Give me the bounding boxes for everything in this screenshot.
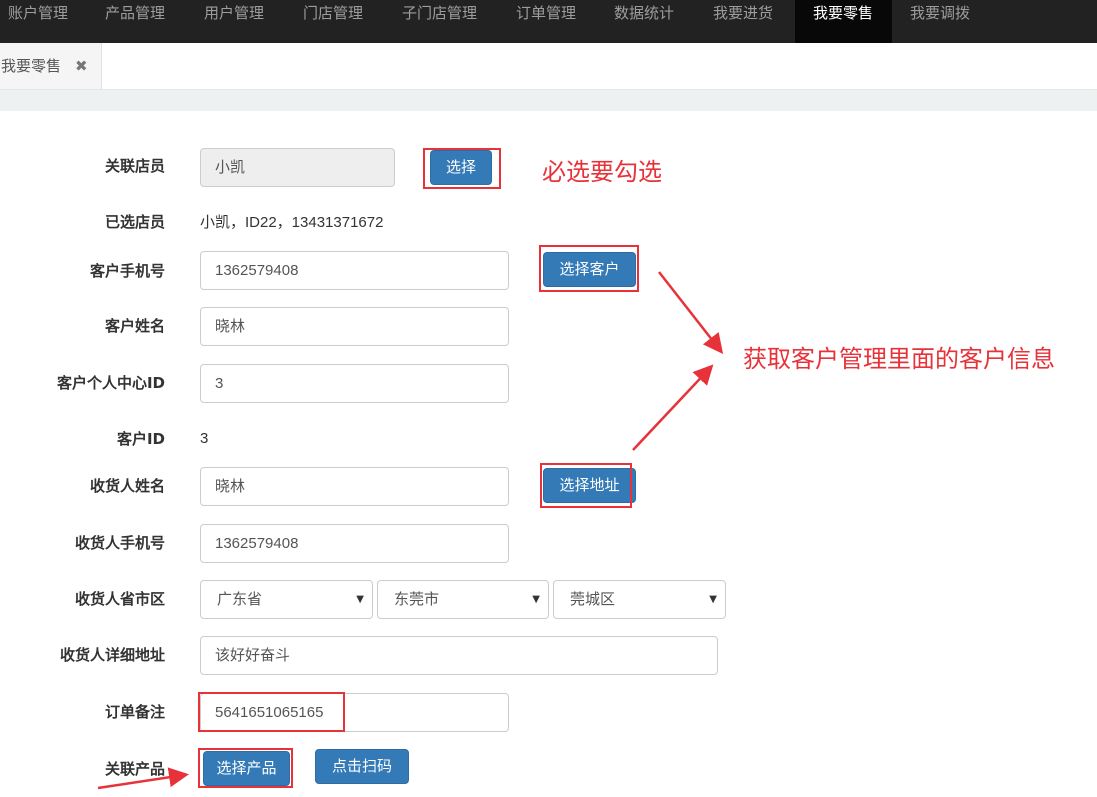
city-select[interactable]: 东莞市 ▼	[377, 580, 549, 619]
chevron-down-icon: ▼	[709, 594, 717, 605]
tab-label: 我要零售	[1, 57, 62, 75]
chevron-down-icon: ▼	[532, 594, 540, 605]
nav-item-stores[interactable]: 门店管理	[303, 0, 363, 43]
chevron-down-icon: ▼	[356, 594, 364, 605]
province-value: 广东省	[217, 590, 263, 608]
receiver-address-input[interactable]: 该好好奋斗	[200, 636, 718, 675]
city-value: 东莞市	[394, 590, 440, 608]
nav-item-products[interactable]: 产品管理	[105, 0, 165, 43]
highlight-box	[540, 463, 632, 508]
nav-item-transfer[interactable]: 我要调拨	[910, 0, 970, 43]
nav-item-orders[interactable]: 订单管理	[516, 0, 576, 43]
products-label: 关联产品	[104, 760, 165, 778]
province-select[interactable]: 广东省 ▼	[200, 580, 373, 619]
order-note-label: 订单备注	[104, 703, 165, 721]
highlight-box	[539, 245, 639, 292]
arrow-to-customer-info	[632, 364, 714, 451]
district-value: 莞城区	[570, 590, 616, 608]
staff-input[interactable]: 小凯	[200, 148, 395, 187]
tab-divider	[0, 89, 1097, 111]
staff-label: 关联店员	[104, 157, 165, 175]
highlight-box	[198, 748, 293, 788]
nav-item-retail[interactable]: 我要零售	[795, 0, 892, 43]
receiver-address-label: 收货人详细地址	[59, 646, 165, 664]
receiver-phone-input[interactable]: 1362579408	[200, 524, 509, 563]
highlight-box	[423, 148, 501, 189]
district-select[interactable]: 莞城区 ▼	[553, 580, 726, 619]
receiver-region-label: 收货人省市区	[74, 590, 165, 608]
customer-center-id-input[interactable]: 3	[200, 364, 509, 403]
annotation-customer-info: 获取客户管理里面的客户信息	[743, 345, 1055, 373]
receiver-name-input[interactable]: 晓林	[200, 467, 509, 506]
scan-code-button[interactable]: 点击扫码	[315, 749, 409, 784]
arrow-to-customer-info	[658, 271, 724, 354]
annotation-must-select: 必选要勾选	[542, 158, 662, 186]
highlight-box	[198, 692, 345, 732]
customer-phone-input[interactable]: 1362579408	[200, 251, 509, 290]
nav-item-purchase[interactable]: 我要进货	[713, 0, 773, 43]
customer-name-input[interactable]: 晓林	[200, 307, 509, 346]
customer-name-label: 客户姓名	[104, 317, 165, 335]
nav-item-users[interactable]: 用户管理	[204, 0, 264, 43]
nav-item-sub-stores[interactable]: 子门店管理	[402, 0, 477, 43]
top-navbar: 账户管理 产品管理 用户管理 门店管理 子门店管理 订单管理 数据统计 我要进货…	[0, 0, 1097, 43]
selected-staff-label: 已选店员	[104, 213, 165, 231]
customer-phone-label: 客户手机号	[89, 262, 165, 280]
annotation-arrows	[97, 271, 724, 790]
close-icon[interactable]: ✖	[75, 43, 88, 90]
tab-retail[interactable]: 我要零售 ✖	[0, 43, 102, 90]
customer-center-id-label: 客户个人中心ID	[56, 374, 165, 392]
receiver-phone-label: 收货人手机号	[74, 534, 165, 552]
receiver-name-label: 收货人姓名	[89, 477, 165, 495]
tab-bar: 我要零售 ✖	[0, 43, 1097, 90]
customer-id-value: 3	[200, 430, 209, 447]
selected-staff-value: 小凯，ID22，13431371672	[200, 214, 384, 231]
customer-id-label: 客户ID	[116, 430, 165, 448]
nav-item-accounts[interactable]: 账户管理	[8, 0, 68, 43]
nav-item-statistics[interactable]: 数据统计	[614, 0, 674, 43]
